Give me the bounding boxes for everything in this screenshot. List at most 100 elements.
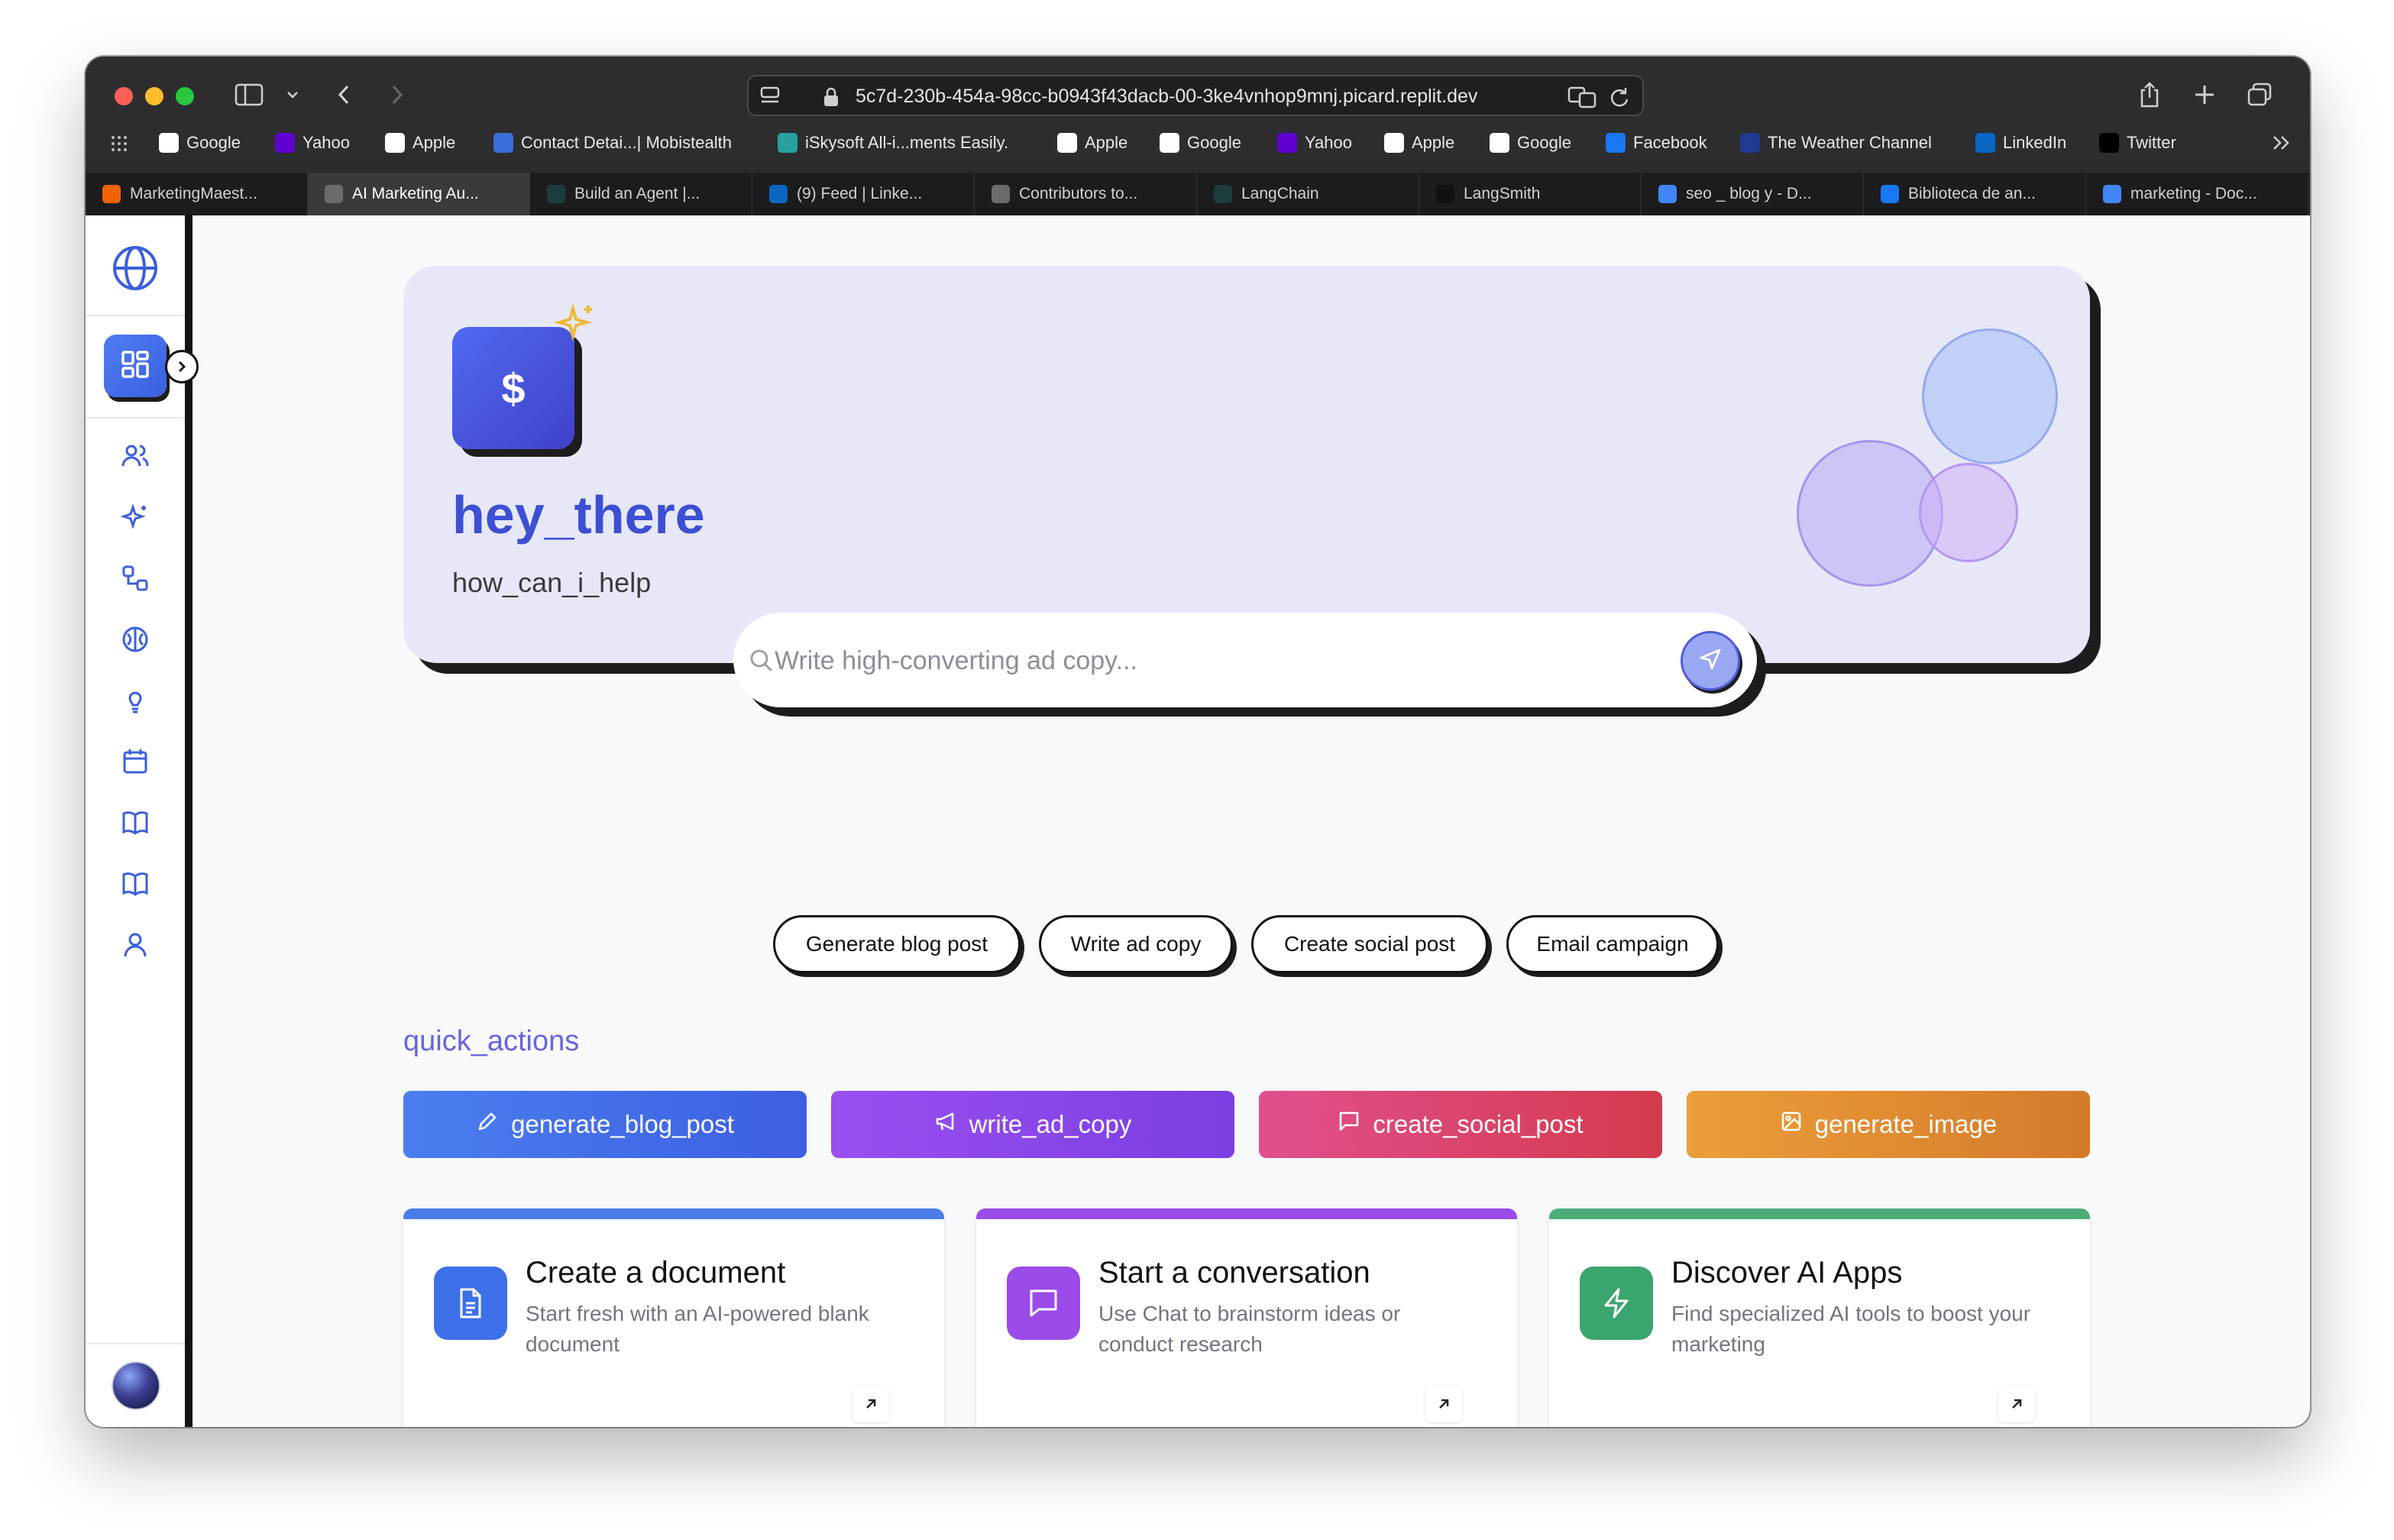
more-bookmarks-icon[interactable] bbox=[2272, 133, 2292, 157]
bookmark-item[interactable]: Apple bbox=[1057, 131, 1127, 154]
browser-tab[interactable]: marketing - Doc... bbox=[2086, 173, 2308, 215]
user-icon[interactable] bbox=[116, 926, 154, 964]
browser-tab[interactable]: MarketingMaest... bbox=[86, 173, 308, 215]
suggestion-chip[interactable]: Create social post bbox=[1251, 915, 1488, 973]
sparkles-icon[interactable] bbox=[116, 498, 154, 536]
bookmark-item[interactable]: The Weather Channel bbox=[1740, 131, 1932, 154]
suggestion-chip[interactable]: Generate blog post bbox=[773, 915, 1021, 973]
send-button[interactable] bbox=[1681, 631, 1740, 691]
quick-action-generate-blog-post[interactable]: generate_blog_post bbox=[403, 1091, 807, 1158]
bookmark-item[interactable]: Twitter bbox=[2099, 131, 2176, 154]
quick-actions-title: quick_actions bbox=[403, 1025, 580, 1057]
new-tab-icon[interactable] bbox=[2188, 78, 2221, 112]
quick-action-create-social-post[interactable]: create_social_post bbox=[1259, 1091, 1662, 1158]
card-start-conversation[interactable]: Start a conversation Use Chat to brainst… bbox=[976, 1208, 1517, 1427]
forward-icon[interactable] bbox=[382, 78, 412, 112]
message-icon bbox=[1338, 1110, 1360, 1139]
bookmark-item[interactable]: Google bbox=[1490, 131, 1571, 154]
bookmark-label: Yahoo bbox=[302, 133, 350, 152]
bookmark-item[interactable]: Apple bbox=[1384, 131, 1454, 154]
users-icon[interactable] bbox=[116, 437, 154, 475]
browser-tab[interactable]: LangChain bbox=[1197, 173, 1419, 215]
bookmark-label: Apple bbox=[1412, 133, 1455, 152]
page-settings-icon[interactable] bbox=[759, 86, 782, 111]
bookmark-label: Contact Detai...| Mobistealth bbox=[521, 133, 732, 152]
logo-globe-icon[interactable] bbox=[108, 241, 162, 295]
suggestion-chip[interactable]: Email campaign bbox=[1506, 915, 1719, 973]
workflow-icon[interactable] bbox=[116, 559, 154, 597]
bookmark-item[interactable]: LinkedIn bbox=[1975, 131, 2066, 154]
bookmark-label: The Weather Channel bbox=[1768, 133, 1932, 152]
quick-action-generate-image[interactable]: generate_image bbox=[1687, 1091, 2090, 1158]
user-avatar[interactable] bbox=[112, 1361, 160, 1410]
tab-label: AI Marketing Au... bbox=[352, 185, 479, 202]
r-icon bbox=[325, 185, 343, 203]
calendar-icon[interactable] bbox=[116, 742, 154, 781]
hero-banner: $ hey_there how_can_i_help bbox=[403, 266, 2090, 663]
mobistealth-icon bbox=[493, 133, 513, 153]
arrow-up-right-icon[interactable] bbox=[852, 1386, 889, 1422]
bookmark-label: Yahoo bbox=[1305, 133, 1352, 152]
browser-tab[interactable]: Biblioteca de an... bbox=[1864, 173, 2086, 215]
replit-icon bbox=[102, 185, 121, 203]
brain-icon[interactable] bbox=[116, 620, 154, 658]
zoom-window-button[interactable] bbox=[176, 87, 194, 105]
suggestion-chip[interactable]: Write ad copy bbox=[1039, 915, 1233, 973]
book-icon[interactable] bbox=[116, 804, 154, 842]
address-bar[interactable]: 5c7d-230b-454a-98cc-b0943f43dacb-00-3ke4… bbox=[747, 75, 1644, 116]
bookmark-label: LinkedIn bbox=[2003, 133, 2067, 152]
browser-tab[interactable]: Build an Agent |... bbox=[530, 173, 752, 215]
logo-symbol: $ bbox=[501, 364, 526, 412]
document-icon bbox=[434, 1267, 507, 1340]
bookmark-item[interactable]: iSkysoft All-i...ments Easily. bbox=[778, 131, 1008, 154]
dashboard-nav-button[interactable] bbox=[104, 335, 167, 397]
browser-tab[interactable]: LangSmith bbox=[1419, 173, 1642, 215]
prompt-input[interactable] bbox=[773, 636, 1677, 686]
apps-grid-icon[interactable] bbox=[110, 134, 128, 157]
bookmark-label: iSkysoft All-i...ments Easily. bbox=[805, 133, 1009, 152]
lightning-icon bbox=[1580, 1267, 1653, 1340]
bookmark-item[interactable]: Yahoo bbox=[1277, 131, 1352, 154]
browser-tab[interactable]: Contributors to... bbox=[975, 173, 1197, 215]
hero-title: hey_there bbox=[452, 485, 705, 545]
bookmark-item[interactable]: Facebook bbox=[1606, 131, 1707, 154]
tab-label: MarketingMaest... bbox=[130, 185, 257, 202]
search-icon bbox=[749, 648, 775, 678]
decorative-bubble bbox=[1919, 463, 2018, 562]
tab-overview-icon[interactable] bbox=[2243, 78, 2276, 112]
browser-tab[interactable]: AI Marketing Au... bbox=[308, 173, 530, 215]
close-window-button[interactable] bbox=[115, 87, 133, 105]
quick-action-write-ad-copy[interactable]: write_ad_copy bbox=[831, 1091, 1234, 1158]
card-create-document[interactable]: Create a document Start fresh with an AI… bbox=[403, 1208, 944, 1427]
apple-icon bbox=[1384, 133, 1404, 153]
browser-tab[interactable]: (9) Feed | Linke... bbox=[752, 173, 975, 215]
x-icon bbox=[2099, 133, 2119, 153]
sidebar-expand-button[interactable] bbox=[165, 350, 199, 383]
lightbulb-icon[interactable] bbox=[116, 681, 154, 720]
arrow-up-right-icon[interactable] bbox=[1998, 1386, 2035, 1422]
back-icon[interactable] bbox=[328, 78, 359, 112]
app-viewport: $ hey_there how_can_i_help Genera bbox=[86, 215, 2310, 1427]
chevron-down-icon[interactable] bbox=[281, 78, 304, 112]
share-icon[interactable] bbox=[2133, 78, 2166, 112]
card-title: Start a conversation bbox=[1098, 1256, 1370, 1289]
sidebar-toggle-icon[interactable] bbox=[232, 78, 266, 112]
tab-label: LangChain bbox=[1241, 185, 1319, 202]
bookmark-item[interactable]: Google bbox=[159, 131, 241, 154]
langchain-icon bbox=[547, 185, 565, 203]
card-discover-ai-apps[interactable]: Discover AI Apps Find specialized AI too… bbox=[1549, 1208, 2090, 1427]
bookmark-item[interactable]: Yahoo bbox=[275, 131, 350, 154]
arrow-up-right-icon[interactable] bbox=[1425, 1386, 1462, 1422]
bookmark-label: Google bbox=[186, 133, 241, 152]
browser-tab[interactable]: seo _ blog y - D... bbox=[1642, 173, 1864, 215]
browser-toolbar: 5c7d-230b-454a-98cc-b0943f43dacb-00-3ke4… bbox=[86, 57, 2310, 125]
reload-icon[interactable] bbox=[1609, 86, 1630, 112]
sparkle-icon bbox=[553, 302, 599, 352]
minimize-window-button[interactable] bbox=[145, 87, 163, 105]
tab-bar: MarketingMaest... AI Marketing Au... Build… bbox=[86, 173, 2310, 215]
bookmark-item[interactable]: Contact Detai...| Mobistealth bbox=[493, 131, 732, 154]
book-open-icon[interactable] bbox=[116, 865, 154, 903]
bookmark-item[interactable]: Apple bbox=[385, 131, 455, 154]
bookmark-item[interactable]: Google bbox=[1160, 131, 1241, 154]
translate-icon[interactable] bbox=[1567, 86, 1597, 112]
